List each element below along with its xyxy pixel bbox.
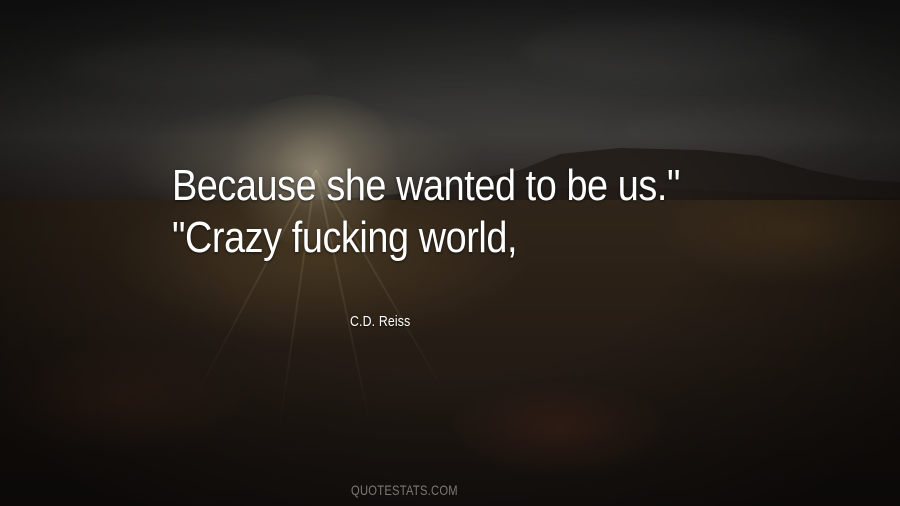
- quote-image: Because she wanted to be us." "Crazy fuc…: [0, 0, 900, 506]
- quote-line-2: "Crazy fucking world,: [172, 213, 518, 262]
- watermark: QUOTESTATS.COM: [351, 482, 458, 498]
- quote-line-1: Because she wanted to be us.": [172, 161, 680, 210]
- quote-text: Because she wanted to be us." "Crazy fuc…: [172, 160, 722, 264]
- quote-author: C.D. Reiss: [350, 313, 411, 330]
